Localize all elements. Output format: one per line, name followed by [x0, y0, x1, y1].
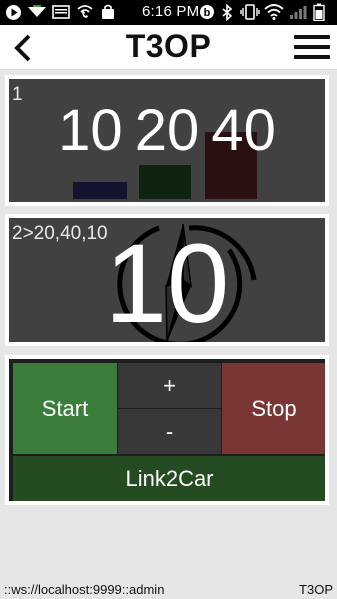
- values-card: 1 10 20 40: [5, 75, 329, 206]
- battery-icon: [313, 3, 325, 21]
- wifi-icon: [264, 4, 284, 20]
- value-bar-1: [73, 182, 127, 199]
- vibrate-icon: [240, 4, 260, 20]
- footer-app-name: T3OP: [299, 582, 333, 597]
- status-time: 6:16 PM: [142, 3, 200, 20]
- bag-icon: [100, 4, 116, 20]
- page-title: T3OP: [125, 28, 212, 64]
- values-panel: 1 10 20 40: [9, 79, 325, 202]
- play-icon: [5, 4, 22, 20]
- hamburger-menu-icon: [294, 35, 330, 39]
- increment-button[interactable]: +: [118, 363, 221, 408]
- stop-button[interactable]: Stop: [222, 363, 325, 454]
- decrement-button[interactable]: -: [118, 409, 221, 454]
- download-icon: [27, 4, 47, 20]
- values-display: 10 20 40: [58, 98, 276, 163]
- wifi-call-icon: [76, 4, 94, 20]
- menu-button[interactable]: [294, 35, 332, 61]
- svg-text:b: b: [204, 7, 211, 19]
- beats-icon: b: [199, 4, 215, 20]
- connection-status: ::ws://localhost:9999::admin: [4, 582, 165, 597]
- countdown-panel: 2>20,40,10 10: [9, 218, 325, 342]
- bluetooth-icon: [221, 3, 233, 21]
- countdown-card: 2>20,40,10 10: [5, 214, 329, 346]
- start-button[interactable]: Start: [13, 363, 117, 454]
- countdown-display: 10: [104, 221, 230, 342]
- link2car-button[interactable]: Link2Car: [13, 456, 325, 501]
- app-header: T3OP: [0, 25, 337, 70]
- signal-icon: [289, 4, 307, 20]
- controls-card: Start + - Stop Link2Car: [5, 355, 329, 505]
- email-icon: [52, 4, 70, 20]
- status-bar: 6:16 PM b: [0, 0, 337, 25]
- controls-panel: Start + - Stop Link2Car: [9, 359, 325, 501]
- value-bar-2: [139, 165, 191, 199]
